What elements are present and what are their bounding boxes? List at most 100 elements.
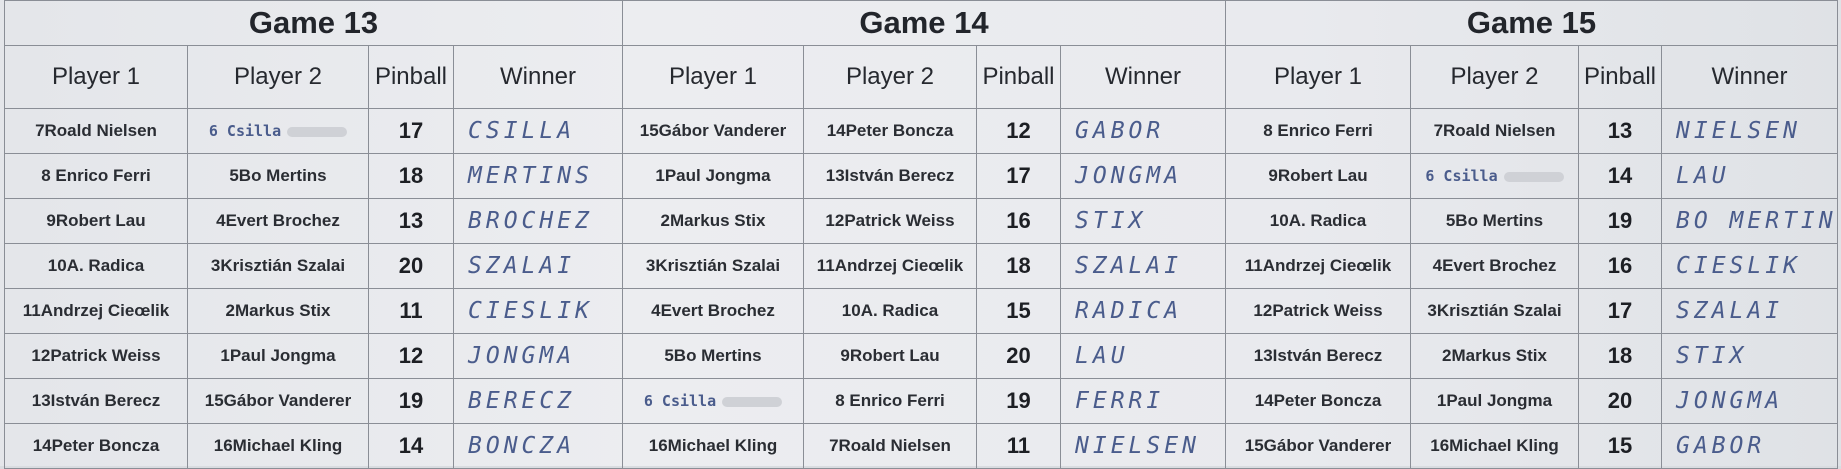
redacted-surname xyxy=(722,396,783,407)
player-2-cell: 7Roald Nielsen xyxy=(803,423,977,469)
player-2-cell: 6 Csilla xyxy=(187,108,369,154)
pinball-cell: 11 xyxy=(976,423,1061,469)
winner-cell: LAU xyxy=(1059,333,1227,379)
winner-cell: BERECZ xyxy=(452,378,624,424)
player-2-cell: 5Bo Mertins xyxy=(1410,198,1579,244)
pinball-cell: 17 xyxy=(1578,288,1662,334)
player-2-cell: 3Krisztián Szalai xyxy=(187,243,369,289)
pinball-cell: 11 xyxy=(368,288,454,334)
game-title: Game 15 xyxy=(1224,0,1839,46)
pinball-cell: 19 xyxy=(1578,198,1662,244)
player-2-cell: 10A. Radica xyxy=(803,288,977,334)
table-row: 8 Enrico Ferri 5Bo Mertins 18 MERTINS xyxy=(4,153,624,199)
player-2-cell: 15Gábor Vanderer xyxy=(187,378,369,424)
player-2-cell: 14Peter Boncza xyxy=(803,108,977,154)
player-1-cell: 11Andrzej Cieœlik xyxy=(4,288,188,334)
winner-cell: NIELSEN xyxy=(1660,108,1839,154)
pinball-cell: 20 xyxy=(368,243,454,289)
winner-cell: SZALAI xyxy=(1660,288,1839,334)
redacted-surname xyxy=(287,126,348,137)
player-1-cell: 10A. Radica xyxy=(1225,198,1411,244)
player-2-cell: 1Paul Jongma xyxy=(1410,378,1579,424)
player-2-cell: 7Roald Nielsen xyxy=(1410,108,1579,154)
player-1-cell: 3Krisztián Szalai xyxy=(622,243,804,289)
table-row: 15Gábor Vanderer 16Michael Kling 15 GABOR xyxy=(1225,423,1839,469)
game-table: Game 14 Player 1 Player 2 Pinball Winner… xyxy=(621,0,1227,469)
winner-cell: JONGMA xyxy=(1660,378,1839,424)
player-1-cell: 9Robert Lau xyxy=(1225,153,1411,199)
winner-cell: STIX xyxy=(1660,333,1839,379)
winner-cell: SZALAI xyxy=(452,243,624,289)
player-1-cell: 13István Berecz xyxy=(1225,333,1411,379)
player-1-cell: 11Andrzej Cieœlik xyxy=(1225,243,1411,289)
table-row: 10A. Radica 3Krisztián Szalai 20 SZALAI xyxy=(4,243,624,289)
winner-cell: FERRI xyxy=(1059,378,1227,424)
player-2-cell: 9Robert Lau xyxy=(803,333,977,379)
winner-cell: NIELSEN xyxy=(1059,423,1227,469)
table-row: 15Gábor Vanderer 14Peter Boncza 12 GABOR xyxy=(622,108,1227,154)
pinball-cell: 19 xyxy=(368,378,454,424)
player-1-cell: 1Paul Jongma xyxy=(622,153,804,199)
table-row: 14Peter Boncza 1Paul Jongma 20 JONGMA xyxy=(1225,378,1839,424)
column-header-player-2: Player 2 xyxy=(803,45,977,109)
score-sheet: Game 13 Player 1 Player 2 Pinball Winner… xyxy=(0,0,1841,469)
winner-cell: STIX xyxy=(1059,198,1227,244)
table-row: 1Paul Jongma 13István Berecz 17 JONGMA xyxy=(622,153,1227,199)
winner-cell: JONGMA xyxy=(1059,153,1227,199)
pinball-cell: 16 xyxy=(1578,243,1662,289)
game-table: Game 13 Player 1 Player 2 Pinball Winner… xyxy=(3,0,624,469)
table-row: 9Robert Lau 6 Csilla 14 LAU xyxy=(1225,153,1839,199)
column-header-winner: Winner xyxy=(1059,45,1227,109)
player-1-cell: 9Robert Lau xyxy=(4,198,188,244)
table-row: 4Evert Brochez 10A. Radica 15 RADICA xyxy=(622,288,1227,334)
winner-cell: MERTINS xyxy=(452,153,624,199)
table-row: 12Patrick Weiss 3Krisztián Szalai 17 SZALAI xyxy=(1225,288,1839,334)
pinball-cell: 15 xyxy=(976,288,1061,334)
player-2-cell: 8 Enrico Ferri xyxy=(803,378,977,424)
winner-cell: JONGMA xyxy=(452,333,624,379)
winner-cell: LAU xyxy=(1660,153,1839,199)
table-row: 14Peter Boncza 16Michael Kling 14 BONCZA xyxy=(4,423,624,469)
player-1-cell: 13István Berecz xyxy=(4,378,188,424)
pinball-cell: 18 xyxy=(976,243,1061,289)
player-1-cell: 5Bo Mertins xyxy=(622,333,804,379)
game-15-table: Game 15 Player 1 Player 2 Pinball Winner… xyxy=(1224,0,1839,469)
table-row: 10A. Radica 5Bo Mertins 19 BO MERTINS xyxy=(1225,198,1839,244)
player-1-cell: 4Evert Brochez xyxy=(622,288,804,334)
winner-cell: SZALAI xyxy=(1059,243,1227,289)
player-2-cell: 4Evert Brochez xyxy=(187,198,369,244)
column-header-player-2: Player 2 xyxy=(187,45,369,109)
player-1-cell: 15Gábor Vanderer xyxy=(1225,423,1411,469)
table-row: 5Bo Mertins 9Robert Lau 20 LAU xyxy=(622,333,1227,379)
table-row: 13István Berecz 2Markus Stix 18 STIX xyxy=(1225,333,1839,379)
game-13-table: Game 13 Player 1 Player 2 Pinball Winner… xyxy=(3,0,624,469)
table-row: 11Andrzej Cieœlik 4Evert Brochez 16 CIESLIK xyxy=(1225,243,1839,289)
player-1-cell: 12Patrick Weiss xyxy=(1225,288,1411,334)
player-1-cell: 16Michael Kling xyxy=(622,423,804,469)
column-header-player-2: Player 2 xyxy=(1410,45,1579,109)
pinball-cell: 15 xyxy=(1578,423,1662,469)
pinball-cell: 12 xyxy=(976,108,1061,154)
table-row: 2Markus Stix 12Patrick Weiss 16 STIX xyxy=(622,198,1227,244)
winner-cell: BO MERTINS xyxy=(1660,198,1839,244)
player-1-cell: 14Peter Boncza xyxy=(4,423,188,469)
table-row: 12Patrick Weiss 1Paul Jongma 12 JONGMA xyxy=(4,333,624,379)
column-header-player-1: Player 1 xyxy=(1225,45,1411,109)
game-table: Game 15 Player 1 Player 2 Pinball Winner… xyxy=(1224,0,1839,469)
player-1-cell: 14Peter Boncza xyxy=(1225,378,1411,424)
player-1-cell: 2Markus Stix xyxy=(622,198,804,244)
pinball-cell: 14 xyxy=(368,423,454,469)
player-2-cell: 11Andrzej Cieœlik xyxy=(803,243,977,289)
player-1-cell: 6 Csilla xyxy=(622,378,804,424)
player-1-cell: 10A. Radica xyxy=(4,243,188,289)
pinball-cell: 17 xyxy=(976,153,1061,199)
player-2-cell: 5Bo Mertins xyxy=(187,153,369,199)
winner-cell: GABOR xyxy=(1660,423,1839,469)
column-header-winner: Winner xyxy=(452,45,624,109)
winner-cell: GABOR xyxy=(1059,108,1227,154)
player-2-cell: 16Michael Kling xyxy=(1410,423,1579,469)
table-row: 7Roald Nielsen 6 Csilla 17 CSILLA xyxy=(4,108,624,154)
column-header-pinball: Pinball xyxy=(976,45,1061,109)
column-header-winner: Winner xyxy=(1660,45,1839,109)
player-2-cell: 2Markus Stix xyxy=(187,288,369,334)
